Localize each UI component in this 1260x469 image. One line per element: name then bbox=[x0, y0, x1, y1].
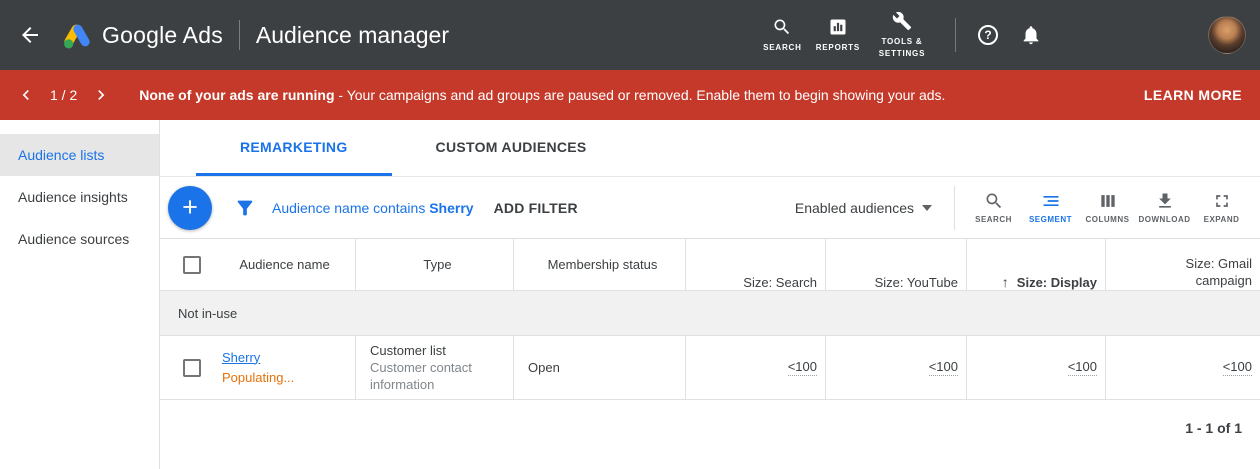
active-filter-chip[interactable]: Audience name contains Sherry bbox=[272, 200, 474, 216]
learn-more-button[interactable]: LEARN MORE bbox=[1144, 87, 1242, 103]
alert-banner: 1 / 2 None of your ads are running - You… bbox=[0, 70, 1260, 120]
table-row: Sherry Populating... Customer list Custo… bbox=[160, 336, 1260, 400]
tab-remarketing[interactable]: REMARKETING bbox=[196, 120, 392, 176]
table-header-row: Audience name Type Membership status Siz… bbox=[160, 239, 1260, 291]
add-filter-button[interactable]: ADD FILTER bbox=[494, 200, 578, 216]
header-membership-status[interactable]: Membership status bbox=[513, 239, 685, 290]
topbar-reports-label: REPORTS bbox=[816, 42, 860, 54]
sort-ascending-icon: ↑ bbox=[1002, 274, 1009, 290]
reports-icon bbox=[828, 17, 848, 37]
filter-chip-value: Sherry bbox=[429, 200, 473, 216]
columns-icon bbox=[1098, 191, 1118, 211]
sidebar-item-audience-insights[interactable]: Audience insights bbox=[0, 176, 159, 218]
size-youtube-value: <100 bbox=[929, 359, 958, 376]
notifications-bell-icon[interactable] bbox=[1020, 24, 1042, 46]
header-size-display-label: Size: Display bbox=[1017, 275, 1097, 290]
header-type[interactable]: Type bbox=[355, 239, 513, 290]
type-sub-text: Customer contact information bbox=[370, 359, 505, 393]
alert-message-bold: None of your ads are running bbox=[139, 87, 334, 103]
tab-custom-audiences[interactable]: CUSTOM AUDIENCES bbox=[392, 120, 631, 176]
page-title: Audience manager bbox=[256, 22, 449, 49]
size-search-cell: <100 bbox=[685, 336, 825, 399]
populating-status: Populating... bbox=[222, 368, 347, 388]
wrench-icon bbox=[892, 11, 912, 31]
segment-label: SEGMENT bbox=[1029, 215, 1072, 224]
chevron-down-icon bbox=[922, 205, 932, 211]
toolbar-divider bbox=[954, 186, 955, 230]
alert-message: None of your ads are running - Your camp… bbox=[139, 87, 945, 103]
expand-button[interactable]: EXPAND bbox=[1193, 191, 1250, 224]
sidebar: Audience lists Audience insights Audienc… bbox=[0, 120, 160, 469]
audience-status-dropdown[interactable]: Enabled audiences bbox=[795, 200, 932, 216]
filter-funnel-icon[interactable] bbox=[234, 197, 256, 219]
topbar-divider bbox=[955, 18, 956, 52]
segment-button[interactable]: SEGMENT bbox=[1022, 191, 1079, 224]
segment-icon bbox=[1041, 191, 1061, 211]
topbar-search-label: SEARCH bbox=[763, 42, 802, 54]
tab-bar: REMARKETING CUSTOM AUDIENCES bbox=[160, 120, 1260, 177]
sidebar-item-audience-lists[interactable]: Audience lists bbox=[0, 134, 159, 176]
table-footer: 1 - 1 of 1 bbox=[160, 400, 1260, 469]
columns-label: COLUMNS bbox=[1086, 215, 1130, 224]
size-search-value: <100 bbox=[788, 359, 817, 376]
expand-icon bbox=[1212, 191, 1232, 211]
topbar-tools-settings-button[interactable]: TOOLS & SETTINGS bbox=[874, 11, 930, 59]
table-search-label: SEARCH bbox=[975, 215, 1012, 224]
type-main-text: Customer list bbox=[370, 342, 505, 359]
size-display-cell: <100 bbox=[966, 336, 1105, 399]
header-size-gmail[interactable]: Size: Gmail campaign bbox=[1105, 239, 1260, 290]
header-checkbox-cell bbox=[160, 239, 208, 290]
download-icon bbox=[1155, 191, 1175, 211]
header-size-search[interactable]: Size: Search bbox=[685, 239, 825, 290]
size-gmail-cell: <100 bbox=[1105, 336, 1260, 399]
dropdown-selected-value: Enabled audiences bbox=[795, 200, 914, 216]
size-youtube-cell: <100 bbox=[825, 336, 966, 399]
add-audience-button[interactable]: + bbox=[168, 186, 212, 230]
alert-message-text: - Your campaigns and ad groups are pause… bbox=[335, 87, 946, 103]
top-app-bar: Google Ads Audience manager SEARCH REPOR… bbox=[0, 0, 1260, 70]
audience-name-link[interactable]: Sherry bbox=[222, 348, 347, 368]
search-icon bbox=[772, 17, 792, 37]
size-display-value: <100 bbox=[1068, 359, 1097, 376]
table-toolbar: + Audience name contains Sherry ADD FILT… bbox=[160, 177, 1260, 239]
brand-name: Google Ads bbox=[102, 22, 223, 49]
sidebar-item-audience-sources[interactable]: Audience sources bbox=[0, 218, 159, 260]
size-gmail-value: <100 bbox=[1223, 359, 1252, 376]
columns-button[interactable]: COLUMNS bbox=[1079, 191, 1136, 224]
download-button[interactable]: DOWNLOAD bbox=[1136, 191, 1193, 224]
select-all-checkbox[interactable] bbox=[183, 256, 201, 274]
filter-chip-prefix: Audience name contains bbox=[272, 200, 429, 216]
header-size-gmail-label: Size: Gmail campaign bbox=[1160, 255, 1252, 290]
row-checkbox-cell bbox=[160, 336, 208, 399]
topbar-tools-settings-label: TOOLS & SETTINGS bbox=[874, 36, 930, 59]
title-divider bbox=[239, 20, 240, 50]
table-search-button[interactable]: SEARCH bbox=[965, 191, 1022, 224]
user-avatar[interactable] bbox=[1208, 16, 1246, 54]
header-size-youtube[interactable]: Size: YouTube bbox=[825, 239, 966, 290]
membership-status-cell: Open bbox=[513, 336, 685, 399]
topbar-nav: SEARCH REPORTS TOOLS & SETTINGS bbox=[756, 11, 937, 59]
alert-prev-chevron-icon[interactable] bbox=[16, 85, 36, 105]
row-checkbox[interactable] bbox=[183, 359, 201, 377]
topbar-search-button[interactable]: SEARCH bbox=[763, 17, 802, 54]
back-arrow-icon[interactable] bbox=[18, 23, 42, 47]
topbar-reports-button[interactable]: REPORTS bbox=[816, 17, 860, 54]
alert-next-chevron-icon[interactable] bbox=[91, 85, 111, 105]
header-size-display[interactable]: ↑ Size: Display bbox=[966, 239, 1105, 290]
header-audience-name[interactable]: Audience name bbox=[208, 239, 355, 290]
alert-pager: 1 / 2 bbox=[50, 87, 77, 103]
search-icon bbox=[984, 191, 1004, 211]
help-icon[interactable]: ? bbox=[978, 25, 998, 45]
group-row-not-in-use: Not in-use bbox=[160, 291, 1260, 336]
pagination-text: 1 - 1 of 1 bbox=[1185, 420, 1242, 436]
audience-name-cell: Sherry Populating... bbox=[208, 336, 355, 399]
google-ads-logo-icon bbox=[62, 22, 92, 49]
download-label: DOWNLOAD bbox=[1139, 215, 1191, 224]
type-cell: Customer list Customer contact informati… bbox=[355, 336, 513, 399]
expand-label: EXPAND bbox=[1204, 215, 1240, 224]
